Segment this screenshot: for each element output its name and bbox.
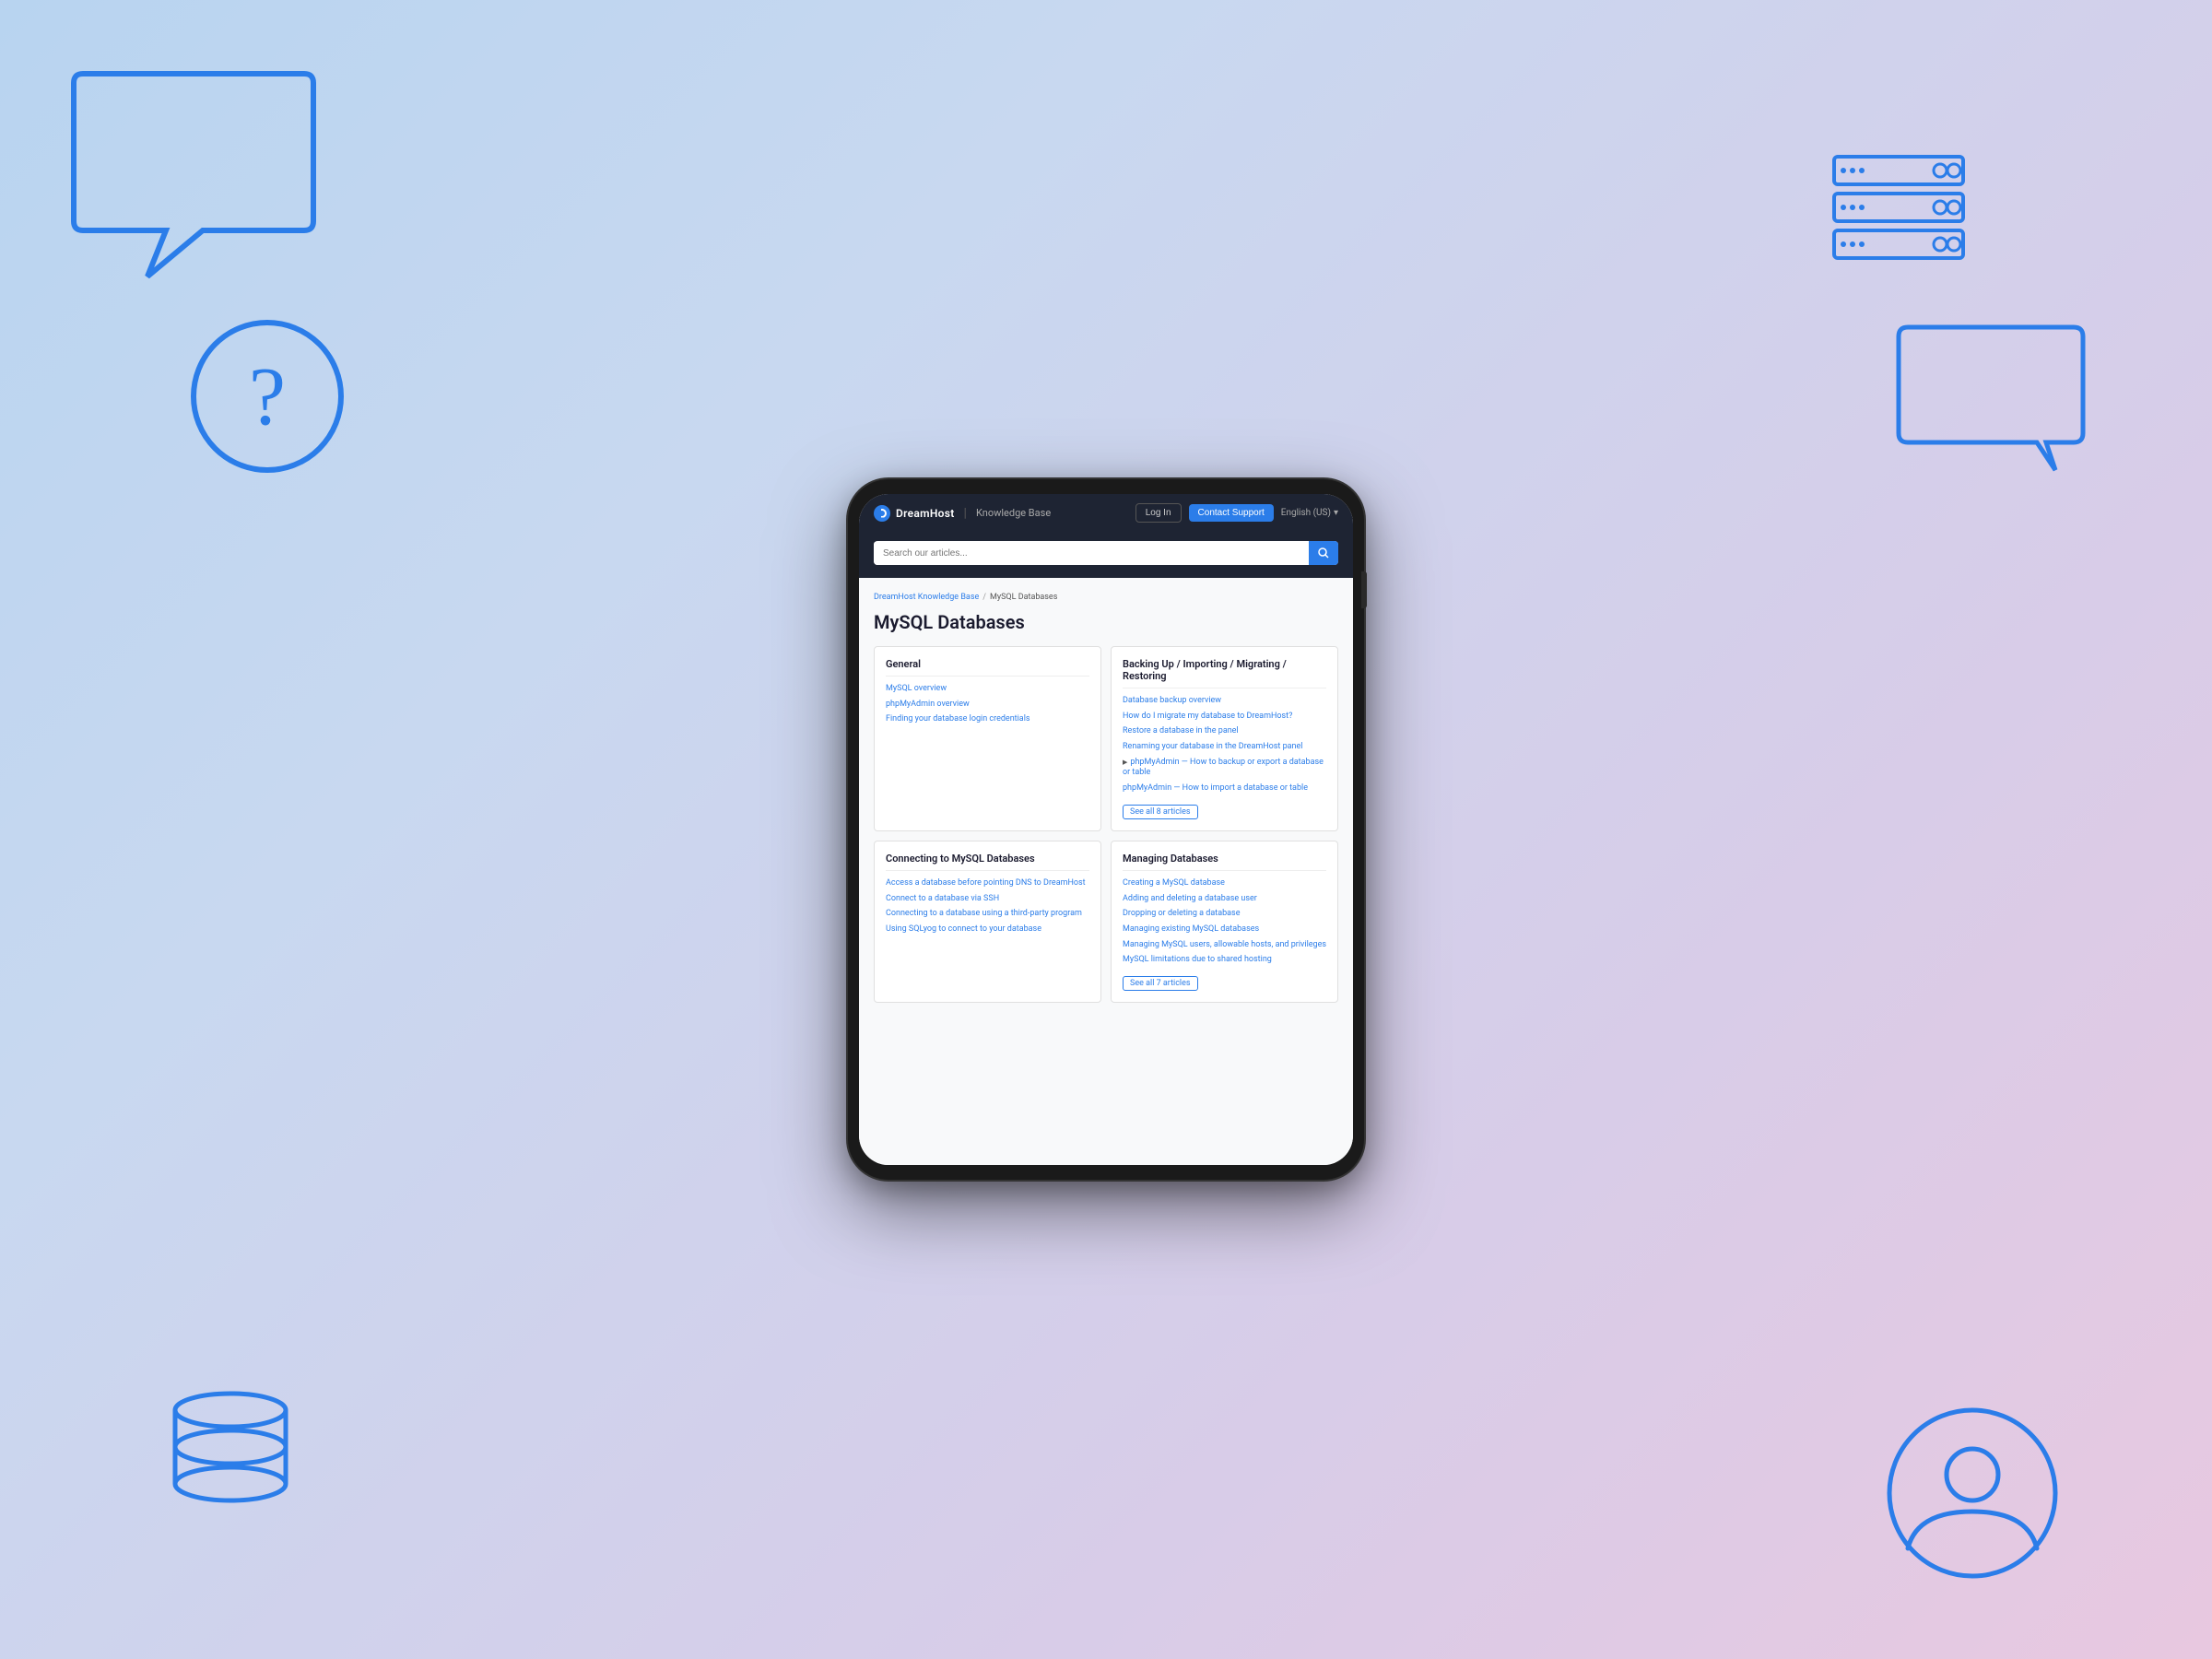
search-input[interactable] xyxy=(874,542,1309,565)
card-backing-up: Backing Up / Importing / Migrating / Res… xyxy=(1111,646,1338,831)
card-backing-up-link-5[interactable]: phpMyAdmin — How to import a database or… xyxy=(1123,783,1326,794)
card-managing-link-4[interactable]: Managing MySQL users, allowable hosts, a… xyxy=(1123,940,1326,951)
nav-kb-label: Knowledge Base xyxy=(976,507,1051,519)
search-section xyxy=(859,532,1353,578)
breadcrumb-current: MySQL Databases xyxy=(990,593,1057,602)
card-general: General MySQL overview phpMyAdmin overview… xyxy=(874,646,1101,831)
contact-support-button[interactable]: Contact Support xyxy=(1189,504,1274,522)
logo-text: DreamHost xyxy=(896,507,955,520)
logo-icon xyxy=(874,505,890,522)
tablet-frame: DreamHost | Knowledge Base Log In Contac… xyxy=(848,479,1364,1180)
card-managing-link-3[interactable]: Managing existing MySQL databases xyxy=(1123,924,1326,935)
card-managing: Managing Databases Creating a MySQL datab… xyxy=(1111,841,1338,1003)
search-icon xyxy=(1318,547,1329,559)
card-managing-link-1[interactable]: Adding and deleting a database user xyxy=(1123,894,1326,905)
lang-label: English (US) xyxy=(1281,508,1331,518)
card-backing-up-link-1[interactable]: How do I migrate my database to DreamHos… xyxy=(1123,712,1326,723)
tablet-device: DreamHost | Knowledge Base Log In Contac… xyxy=(848,479,1364,1180)
svg-text:?: ? xyxy=(249,351,286,442)
card-connecting-link-1[interactable]: Connect to a database via SSH xyxy=(886,894,1089,905)
card-managing-link-0[interactable]: Creating a MySQL database xyxy=(1123,878,1326,889)
dreamhost-logo: DreamHost xyxy=(874,505,955,522)
user-avatar-icon xyxy=(1880,1401,2065,1585)
login-button[interactable]: Log In xyxy=(1135,503,1182,523)
card-backing-up-link-4[interactable]: phpMyAdmin — How to backup or export a d… xyxy=(1123,758,1326,779)
card-general-title: General xyxy=(886,658,1089,677)
card-backing-up-link-3[interactable]: Renaming your database in the DreamHost … xyxy=(1123,742,1326,753)
logo-crescent-icon xyxy=(877,509,887,518)
nav-left: DreamHost | Knowledge Base xyxy=(874,505,1051,522)
breadcrumb-separator: / xyxy=(982,593,986,602)
card-managing-link-2[interactable]: Dropping or deleting a database xyxy=(1123,909,1326,920)
tablet-screen: DreamHost | Knowledge Base Log In Contac… xyxy=(859,494,1353,1165)
card-backing-up-title: Backing Up / Importing / Migrating / Res… xyxy=(1123,658,1326,688)
card-managing-title: Managing Databases xyxy=(1123,853,1326,871)
card-connecting-title: Connecting to MySQL Databases xyxy=(886,853,1089,871)
card-connecting-link-3[interactable]: Using SQLyog to connect to your database xyxy=(886,924,1089,935)
language-selector[interactable]: English (US) ▾ xyxy=(1281,508,1338,518)
database-stack-icon xyxy=(157,1382,304,1512)
speech-bubble-top-left-icon xyxy=(55,55,332,295)
search-bar xyxy=(874,541,1338,565)
speech-bubble-right-icon xyxy=(1889,313,2092,479)
card-general-link-2[interactable]: Finding your database login credentials xyxy=(886,714,1089,725)
card-connecting: Connecting to MySQL Databases Access a da… xyxy=(874,841,1101,1003)
server-rack-icon xyxy=(1825,147,1972,267)
nav-divider: | xyxy=(964,506,967,521)
chevron-down-icon: ▾ xyxy=(1334,508,1338,518)
card-backing-up-link-2[interactable]: Restore a database in the panel xyxy=(1123,726,1326,737)
nav-bar: DreamHost | Knowledge Base Log In Contac… xyxy=(859,494,1353,532)
nav-right: Log In Contact Support English (US) ▾ xyxy=(1135,503,1338,523)
card-connecting-link-2[interactable]: Connecting to a database using a third-p… xyxy=(886,909,1089,920)
search-button[interactable] xyxy=(1309,541,1338,565)
card-general-link-1[interactable]: phpMyAdmin overview xyxy=(886,700,1089,711)
card-managing-link-5[interactable]: MySQL limitations due to shared hosting xyxy=(1123,955,1326,966)
breadcrumb: DreamHost Knowledge Base / MySQL Databas… xyxy=(874,593,1338,602)
page-title: MySQL Databases xyxy=(874,611,1338,633)
breadcrumb-home[interactable]: DreamHost Knowledge Base xyxy=(874,593,979,602)
card-backing-up-link-0[interactable]: Database backup overview xyxy=(1123,696,1326,707)
card-general-link-0[interactable]: MySQL overview xyxy=(886,684,1089,695)
cards-grid: General MySQL overview phpMyAdmin overview… xyxy=(874,646,1338,1003)
question-mark-icon: ? xyxy=(184,313,350,479)
card-managing-see-all[interactable]: See all 7 articles xyxy=(1123,976,1198,991)
content-area: DreamHost Knowledge Base / MySQL Databas… xyxy=(859,578,1353,1165)
card-backing-up-see-all[interactable]: See all 8 articles xyxy=(1123,805,1198,819)
card-connecting-link-0[interactable]: Access a database before pointing DNS to… xyxy=(886,878,1089,889)
